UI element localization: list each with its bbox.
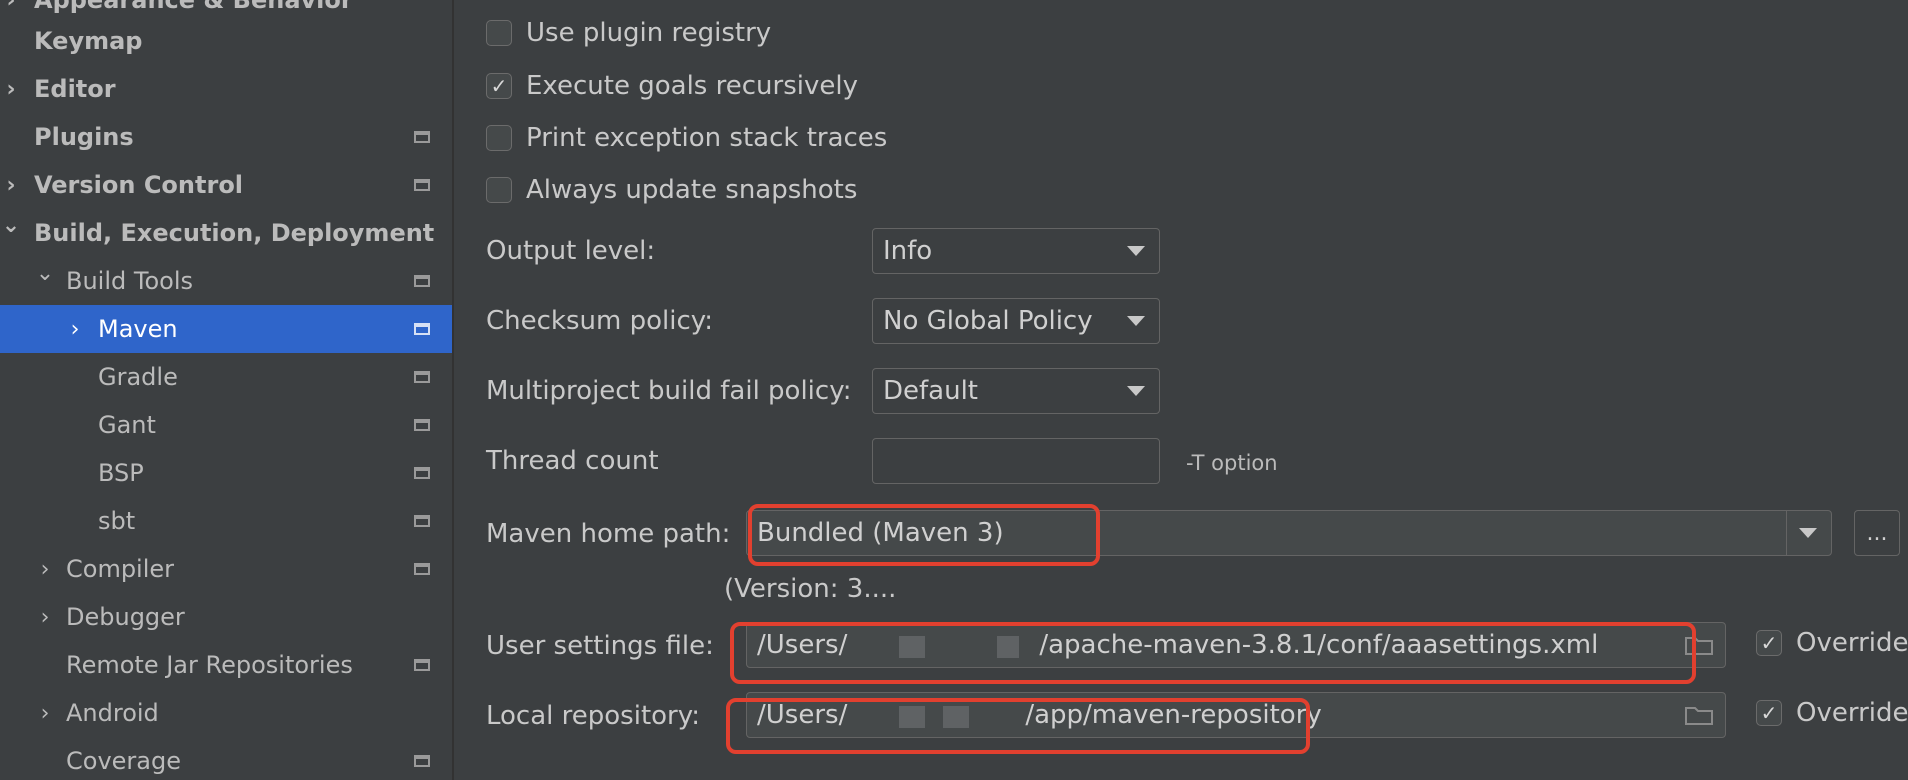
browse-button[interactable]: ... bbox=[1854, 510, 1900, 556]
output-level-dropdown[interactable]: Info bbox=[872, 228, 1160, 274]
project-settings-icon bbox=[414, 371, 430, 383]
user-settings-override-checkbox[interactable]: ✓ Override bbox=[1756, 623, 1908, 663]
sidebar-item-debugger[interactable]: › Debugger bbox=[0, 593, 452, 641]
chevron-down-icon[interactable]: ⌄ bbox=[34, 261, 56, 286]
output-level-label: Output level: bbox=[486, 236, 656, 266]
dropdown-divider bbox=[1786, 511, 1787, 555]
execute-goals-recursively-checkbox[interactable]: ✓ Execute goals recursively bbox=[486, 66, 858, 106]
chevron-right-icon[interactable]: › bbox=[64, 317, 86, 342]
chevron-down-icon bbox=[1799, 528, 1817, 538]
project-settings-icon bbox=[414, 275, 430, 287]
checkmark-icon[interactable]: ✓ bbox=[486, 73, 512, 99]
redaction-mark bbox=[899, 636, 926, 658]
chevron-down-icon[interactable]: ⌄ bbox=[0, 213, 22, 238]
sidebar-item-gradle[interactable]: Gradle bbox=[0, 353, 452, 401]
chevron-down-icon bbox=[1127, 316, 1145, 326]
checkmark-icon[interactable]: ✓ bbox=[1756, 700, 1782, 726]
user-settings-file-label: User settings file: bbox=[486, 631, 714, 661]
always-update-snapshots-checkbox[interactable]: Always update snapshots bbox=[486, 170, 857, 210]
project-settings-icon bbox=[414, 755, 430, 767]
project-settings-icon bbox=[414, 467, 430, 479]
redaction-mark bbox=[997, 636, 1020, 658]
thread-count-input[interactable] bbox=[872, 438, 1160, 484]
sidebar-item-remote-jar-repositories[interactable]: Remote Jar Repositories bbox=[0, 641, 452, 689]
chevron-right-icon[interactable]: › bbox=[34, 557, 56, 582]
thread-count-label: Thread count bbox=[486, 446, 659, 476]
checksum-policy-label: Checksum policy: bbox=[486, 306, 714, 336]
checkbox-box[interactable] bbox=[486, 177, 512, 203]
folder-icon[interactable] bbox=[1685, 705, 1713, 725]
checkmark-icon[interactable]: ✓ bbox=[1756, 630, 1782, 656]
sidebar-item-sbt[interactable]: sbt bbox=[0, 497, 452, 545]
chevron-right-icon[interactable]: › bbox=[0, 173, 22, 198]
sidebar-item-editor[interactable]: › Editor bbox=[0, 65, 452, 113]
use-plugin-registry-checkbox[interactable]: Use plugin registry bbox=[486, 13, 771, 53]
project-settings-icon bbox=[414, 323, 430, 335]
chevron-right-icon[interactable]: › bbox=[0, 77, 22, 102]
print-exception-stack-traces-checkbox[interactable]: Print exception stack traces bbox=[486, 118, 887, 158]
sidebar-item-build-tools[interactable]: ⌄ Build Tools bbox=[0, 257, 452, 305]
sidebar-item-compiler[interactable]: › Compiler bbox=[0, 545, 452, 593]
fail-policy-label: Multiproject build fail policy: bbox=[486, 376, 852, 406]
fail-policy-dropdown[interactable]: Default bbox=[872, 368, 1160, 414]
project-settings-icon bbox=[414, 563, 430, 575]
project-settings-icon bbox=[414, 659, 430, 671]
sidebar-item-bsp[interactable]: BSP bbox=[0, 449, 452, 497]
project-settings-icon bbox=[414, 419, 430, 431]
chevron-right-icon[interactable]: › bbox=[34, 701, 56, 726]
local-repository-label: Local repository: bbox=[486, 701, 700, 731]
sidebar-item-plugins[interactable]: Plugins bbox=[0, 113, 452, 161]
local-repository-input[interactable]: /Users/ /app/maven-repository bbox=[746, 692, 1726, 738]
sidebar-item-maven[interactable]: › Maven bbox=[0, 305, 452, 353]
maven-home-path-dropdown[interactable]: Bundled (Maven 3) bbox=[746, 510, 1832, 556]
maven-version-text: (Version: 3.... bbox=[724, 574, 897, 604]
checksum-policy-dropdown[interactable]: No Global Policy bbox=[872, 298, 1160, 344]
redaction-mark bbox=[943, 706, 970, 728]
sidebar-item-keymap[interactable]: Keymap bbox=[0, 17, 452, 65]
maven-settings-panel: Use plugin registry ✓ Execute goals recu… bbox=[454, 0, 1908, 780]
redacted-path bbox=[847, 632, 1039, 658]
project-settings-icon bbox=[414, 131, 430, 143]
sidebar-item-gant[interactable]: Gant bbox=[0, 401, 452, 449]
redaction-mark bbox=[899, 706, 926, 728]
maven-home-path-label: Maven home path: bbox=[486, 519, 731, 549]
sidebar-item-build-execution-deployment[interactable]: ⌄ Build, Execution, Deployment bbox=[0, 209, 452, 257]
project-settings-icon bbox=[414, 179, 430, 191]
settings-sidebar: › Appearance & Behavior Keymap › Editor … bbox=[0, 0, 454, 780]
checkbox-box[interactable] bbox=[486, 20, 512, 46]
sidebar-item-version-control[interactable]: › Version Control bbox=[0, 161, 452, 209]
project-settings-icon bbox=[414, 515, 430, 527]
chevron-right-icon[interactable]: › bbox=[34, 605, 56, 630]
t-option-hint: -T option bbox=[1186, 451, 1278, 475]
chevron-down-icon bbox=[1127, 386, 1145, 396]
chevron-down-icon bbox=[1127, 246, 1145, 256]
chevron-right-icon: › bbox=[6, 0, 16, 13]
folder-icon[interactable] bbox=[1685, 635, 1713, 655]
sidebar-item-android[interactable]: › Android bbox=[0, 689, 452, 737]
sidebar-item-coverage[interactable]: Coverage bbox=[0, 737, 452, 780]
user-settings-file-input[interactable]: /Users/ /apache-maven-3.8.1/conf/aaasett… bbox=[746, 622, 1726, 668]
checkbox-box[interactable] bbox=[486, 125, 512, 151]
redacted-path bbox=[847, 702, 1025, 728]
local-repository-override-checkbox[interactable]: ✓ Override bbox=[1756, 693, 1908, 733]
